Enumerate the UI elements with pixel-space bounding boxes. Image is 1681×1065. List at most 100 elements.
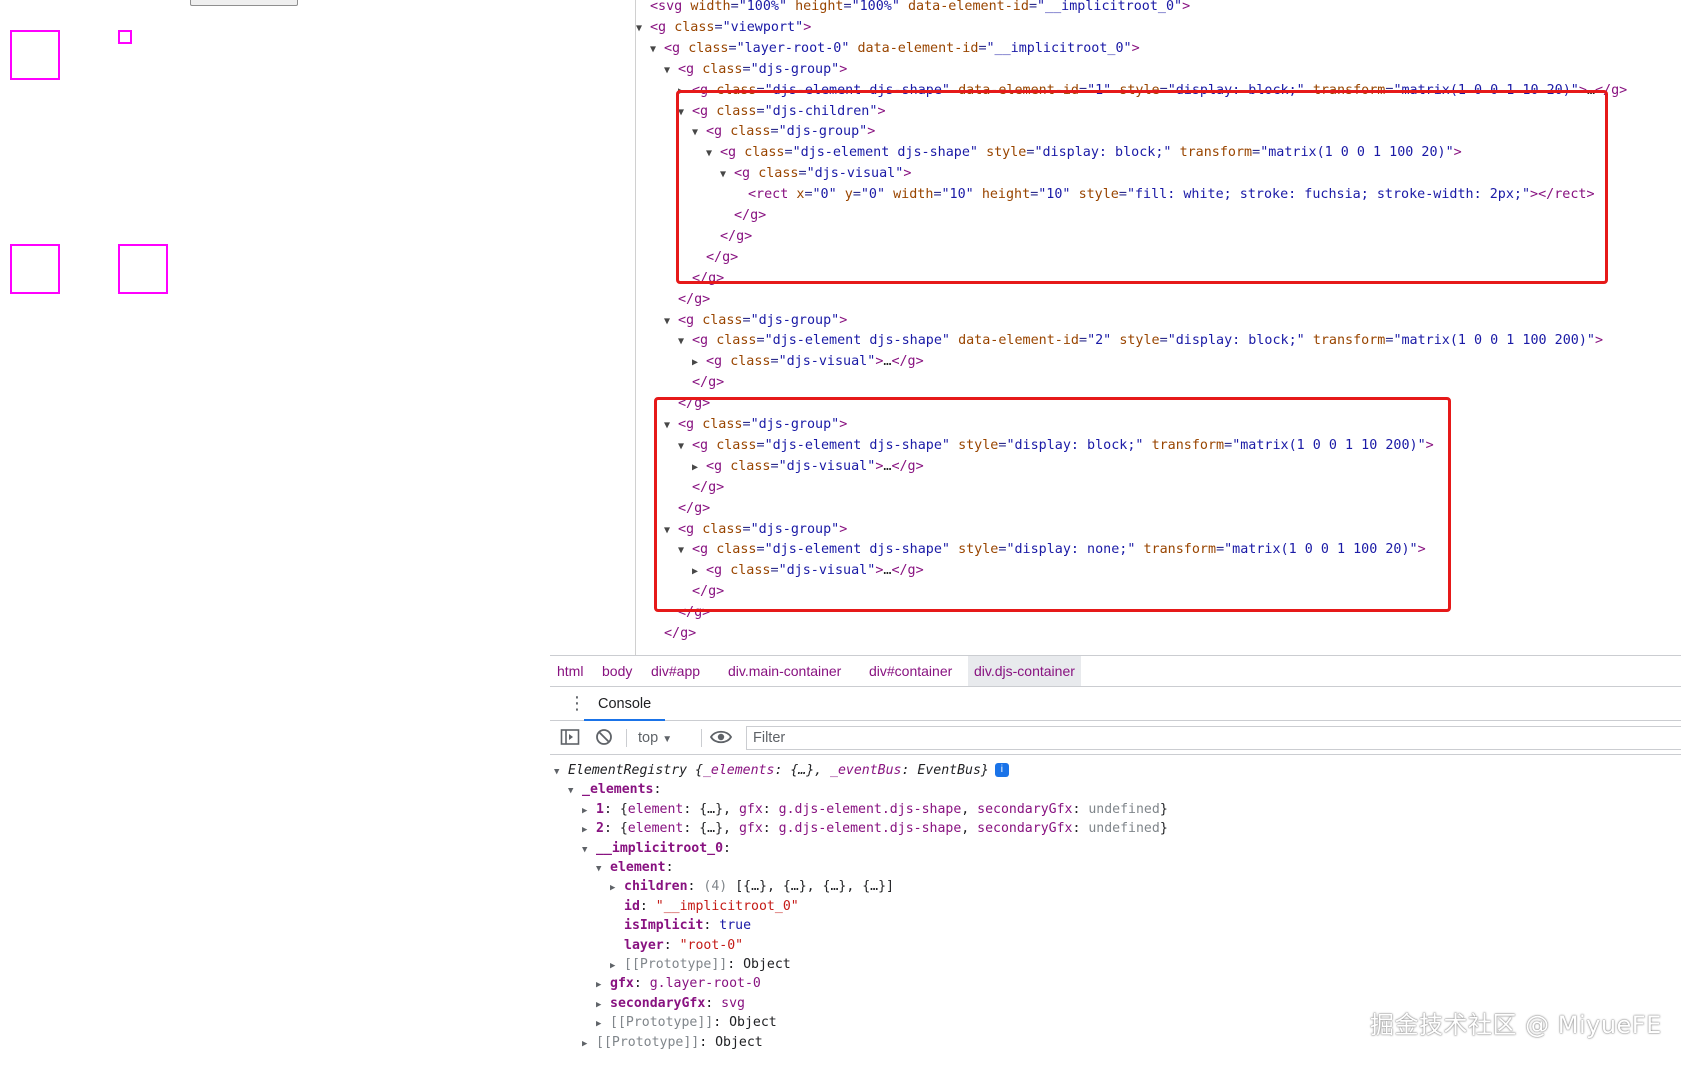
breadcrumb-html[interactable]: html — [551, 656, 589, 686]
dom-node-markup: </g> — [678, 291, 711, 307]
console-entry-text: gfx: g.layer-root-0 — [610, 976, 761, 992]
console-entry-text: [[Prototype]]: Object — [624, 957, 791, 972]
console-tree-line[interactable]: ▶ children: (4) [{…}, {…}, {…}, {…}] — [610, 877, 894, 897]
expand-triangle-icon[interactable]: ▼ — [664, 60, 678, 81]
shape-square-3[interactable] — [10, 244, 60, 294]
collapse-triangle-icon[interactable]: ▶ — [610, 956, 624, 976]
console-entry-text: id: "__implicitroot_0" — [624, 898, 799, 914]
breadcrumb-div-container[interactable]: div#container — [863, 656, 958, 686]
sidebar-toggle-icon[interactable] — [560, 728, 580, 748]
console-tree-line[interactable]: ▼ __implicitroot_0: — [582, 839, 731, 859]
console-entry-text: 2: {element: {…}, gfx: g.djs-element.djs… — [596, 821, 1168, 837]
toolbar-separator — [701, 729, 702, 747]
dom-node-markup: </g> — [692, 375, 725, 391]
dom-node-line[interactable]: ▶ <g class="djs-visual">…</g> — [692, 351, 924, 372]
dom-node-markup: <svg width="100%" height="100%" data-ele… — [650, 0, 1191, 14]
collapse-triangle-icon[interactable]: ▶ — [610, 878, 624, 898]
collapse-triangle-icon[interactable]: ▶ — [582, 1034, 596, 1054]
eye-icon[interactable] — [709, 728, 733, 748]
toolbar-button[interactable] — [190, 0, 298, 6]
expand-triangle-icon[interactable]: ▼ — [678, 331, 692, 352]
console-tree-line[interactable]: ▼ _elements: — [568, 780, 661, 800]
breadcrumb: html body div#app div.main-container div… — [550, 655, 1681, 687]
dom-node-markup: <g class="layer-root-0" data-element-id=… — [664, 40, 1140, 56]
expand-triangle-icon[interactable]: ▼ — [664, 311, 678, 332]
context-selector[interactable]: top ▼ — [638, 728, 672, 748]
dom-node-markup: </g> — [664, 626, 697, 641]
highlight-box-groups — [654, 397, 1451, 612]
console-filter-input[interactable] — [746, 726, 1681, 750]
breadcrumb-body[interactable]: body — [596, 656, 638, 686]
console-tree-line[interactable]: ▶ secondaryGfx: svg — [596, 994, 745, 1014]
expand-triangle-icon[interactable]: ▼ — [554, 762, 568, 782]
expand-triangle-icon[interactable]: ▼ — [568, 781, 582, 801]
console-tree-line[interactable]: ▶ gfx: g.layer-root-0 — [596, 974, 761, 994]
dom-node-line[interactable]: ▼ <g class="djs-element djs-shape" data-e… — [678, 330, 1603, 351]
console-entry-text: _elements: — [582, 782, 662, 798]
dom-node-line[interactable]: ▼ <g class="djs-group"> — [664, 59, 847, 80]
collapse-triangle-icon[interactable]: ▶ — [582, 801, 596, 821]
dom-node-line[interactable]: ▼ <g class="djs-group"> — [664, 310, 847, 331]
expand-triangle-icon[interactable]: ▼ — [596, 859, 610, 879]
console-entry-text: [[Prototype]]: Object — [596, 1034, 763, 1050]
dom-node-markup: <g class="viewport"> — [650, 19, 812, 35]
dropdown-arrow-icon: ▼ — [662, 734, 673, 745]
console-entry-text: __implicitroot_0: — [596, 840, 731, 856]
console-entry-text: secondaryGfx: svg — [610, 995, 745, 1011]
console-entry-text: element: — [610, 860, 674, 875]
dom-node-line[interactable]: ▼ <g class="viewport"> — [636, 17, 811, 38]
dom-node-line[interactable]: ▼ <g class="layer-root-0" data-element-id… — [650, 38, 1140, 59]
toolbar-separator — [626, 729, 627, 747]
dom-node-line[interactable]: </g> — [664, 289, 710, 310]
shape-small-square[interactable] — [118, 30, 132, 44]
collapse-triangle-icon[interactable]: ▶ — [582, 820, 596, 840]
shape-square-1[interactable] — [10, 30, 60, 80]
console-tree-line[interactable]: ▶ [[Prototype]]: Object — [610, 955, 791, 975]
breadcrumb-div-app[interactable]: div#app — [645, 656, 706, 686]
expand-triangle-icon[interactable]: ▼ — [650, 39, 664, 60]
console-entry-text: 1: {element: {…}, gfx: g.djs-element.djs… — [596, 801, 1168, 817]
context-label: top — [638, 730, 659, 746]
console-tree-line[interactable]: ▶ [[Prototype]]: Object — [596, 1013, 777, 1033]
diagram-canvas[interactable] — [0, 0, 635, 655]
console-tree-line[interactable]: ▼ ElementRegistry {_elements: {…}, _event… — [554, 761, 1009, 781]
expand-triangle-icon[interactable]: ▼ — [636, 18, 650, 39]
dom-node-line[interactable]: </g> — [678, 372, 724, 393]
dom-node-line[interactable]: <svg width="100%" height="100%" data-ele… — [636, 0, 1190, 17]
expand-triangle-icon[interactable]: ▼ — [582, 840, 596, 860]
collapse-triangle-icon[interactable]: ▶ — [596, 995, 610, 1015]
console-tree-line[interactable]: isImplicit: true — [610, 916, 751, 936]
elements-panel[interactable]: <svg width="100%" height="100%" data-ele… — [635, 0, 1681, 655]
dom-node-markup: <g class="djs-visual">…</g> — [706, 354, 924, 370]
drawer-tabbar: ⋮ Console — [550, 687, 1681, 721]
collapse-triangle-icon[interactable]: ▶ — [596, 975, 610, 995]
console-tree-line[interactable]: layer: "root-0" — [610, 936, 743, 956]
shape-square-4[interactable] — [118, 244, 168, 294]
console-tree-line[interactable]: ▶ [[Prototype]]: Object — [582, 1033, 763, 1053]
watermark-text: 掘金技术社区 @ MiyueFE — [1370, 1011, 1662, 1039]
console-entry-text: ElementRegistry {_elements: {…}, _eventB… — [568, 763, 1009, 778]
dom-node-markup: <g class="djs-group"> — [678, 61, 848, 77]
highlight-box-children — [676, 90, 1608, 284]
console-tree-line[interactable]: ▼ element: — [596, 858, 674, 878]
collapse-triangle-icon[interactable]: ▶ — [692, 352, 706, 373]
collapse-triangle-icon[interactable]: ▶ — [596, 1014, 610, 1034]
breadcrumb-div-main-container[interactable]: div.main-container — [722, 656, 847, 686]
dom-node-line[interactable]: </g> — [650, 623, 696, 644]
tab-console[interactable]: Console — [584, 687, 666, 721]
breadcrumb-div-djs-container[interactable]: div.djs-container — [968, 656, 1081, 686]
clear-console-icon[interactable] — [595, 728, 613, 748]
console-tree-line[interactable]: ▶ 2: {element: {…}, gfx: g.djs-element.dj… — [582, 819, 1168, 839]
console-tree-line[interactable]: id: "__implicitroot_0" — [610, 897, 799, 917]
console-tree-line[interactable]: ▶ 1: {element: {…}, gfx: g.djs-element.dj… — [582, 800, 1168, 820]
console-toolbar: top ▼ — [550, 721, 1681, 755]
console-entry-text: layer: "root-0" — [624, 937, 744, 953]
console-entry-text: [[Prototype]]: Object — [610, 1015, 777, 1031]
